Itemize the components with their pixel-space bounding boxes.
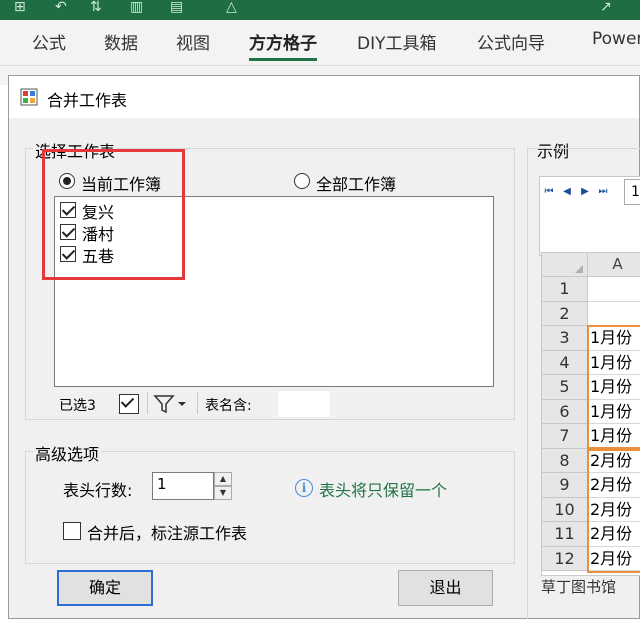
watermark: 草丁图书馆 (541, 578, 617, 596)
save-icon[interactable]: ⊞ (14, 0, 26, 14)
row-header: 6 (542, 399, 588, 424)
tab-power[interactable]: Power (592, 29, 640, 49)
group-highlight-jan (587, 325, 640, 449)
selected-count: 已选3 (59, 398, 96, 414)
first-sheet-icon: ⏮ (544, 186, 554, 197)
row-header: 9 (542, 473, 588, 498)
group-highlight-feb (587, 449, 640, 573)
last-sheet-icon: ⏭ (598, 186, 608, 197)
row-header: 2 (542, 301, 588, 326)
tab-formula-wizard[interactable]: 公式向导 (477, 29, 545, 54)
ribbon-tabs: 公式 数据 视图 方方格子 DIY工具箱 公式向导 Power (0, 20, 640, 65)
row-header: 12 (542, 546, 588, 571)
merge-sheets-dialog: 合并工作表 选择工作表 当前工作簿 全部工作簿 复兴 潘村 五巷 已选3 表名含… (8, 75, 640, 619)
mark-source-label[interactable]: 合并后，标注源工作表 (87, 520, 247, 544)
header-rows-label: 表头行数: (63, 481, 133, 500)
spin-down-button[interactable]: ▼ (214, 486, 232, 500)
tab-formulas[interactable]: 公式 (32, 29, 66, 54)
row-header: 11 (542, 522, 588, 547)
advanced-options-group (25, 451, 515, 564)
dialog-title: 合并工作表 (47, 91, 128, 110)
row-header: 5 (542, 375, 588, 400)
row-header: 3 (542, 326, 588, 351)
radio-all-workbooks-label[interactable]: 全部工作簿 (316, 171, 396, 195)
grid-cell (588, 277, 640, 302)
column-header-a: A (588, 253, 640, 277)
table-icon[interactable]: ▥ (130, 0, 143, 14)
advanced-options-legend: 高级选项 (33, 441, 102, 465)
mark-source-checkbox[interactable] (63, 522, 81, 540)
prev-sheet-icon: ◀ (563, 186, 571, 197)
title-strip: ⊞ ↶ ⇅ ▥ ▤ △ ↗ (0, 0, 640, 20)
chart-icon[interactable]: △ (226, 0, 237, 14)
row-header: 7 (542, 424, 588, 449)
share-icon[interactable]: ↗ (600, 0, 612, 14)
header-rows-input[interactable]: 1 (152, 472, 214, 500)
ok-button[interactable]: 确定 (57, 570, 153, 606)
info-icon: i (295, 479, 313, 497)
undo-icon[interactable]: ↶ (55, 0, 67, 14)
filter-icon[interactable] (153, 393, 189, 415)
highlight-annotation (42, 149, 185, 280)
info-text: 表头将只保留一个 (319, 481, 448, 500)
tab-fangfanggezi[interactable]: 方方格子 (249, 29, 317, 61)
name-filter-label: 表名含: (205, 398, 252, 414)
dialog-app-icon (20, 88, 38, 106)
row-header: 8 (542, 448, 588, 473)
name-filter-input[interactable] (277, 390, 331, 418)
select-all-checkbox[interactable] (119, 394, 139, 414)
sample-sheet-tab: 1 (624, 179, 640, 205)
row-header: 1 (542, 277, 588, 302)
spin-up-button[interactable]: ▲ (214, 472, 232, 486)
tab-diy-toolbox[interactable]: DIY工具箱 (357, 29, 437, 54)
toolbar-separator (197, 392, 198, 414)
grid-corner (542, 253, 588, 277)
dialog-titlebar: 合并工作表 (9, 76, 639, 118)
sample-sheet-tabs: ⏮ ◀ ▶ ⏭ 1 (539, 176, 640, 256)
radio-all-workbooks[interactable] (294, 173, 310, 189)
tab-data[interactable]: 数据 (104, 29, 138, 54)
grid-cell (588, 302, 640, 326)
row-header: 10 (542, 497, 588, 522)
toolbar-separator (147, 392, 148, 414)
tab-view[interactable]: 视图 (176, 29, 210, 54)
sample-grid: A 1 2 3 1月份 4 1月份 5 1月份 6 1月份 7 1月份 8 2月份 9 2月份 10 2月份 11 2… (541, 252, 640, 576)
format-icon[interactable]: ▤ (170, 0, 183, 14)
sort-icon[interactable]: ⇅ (90, 0, 102, 14)
row-header: 4 (542, 350, 588, 375)
exit-button[interactable]: 退出 (398, 570, 493, 606)
next-sheet-icon: ▶ (581, 186, 589, 197)
